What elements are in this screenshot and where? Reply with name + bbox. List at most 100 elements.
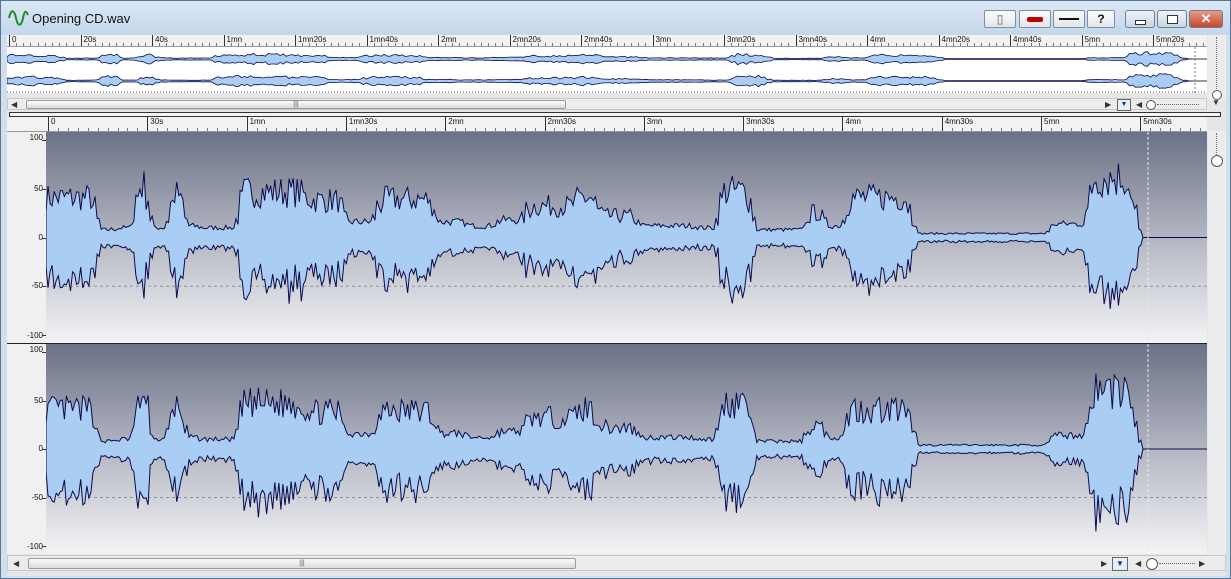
help-button[interactable]: ? — [1087, 10, 1115, 28]
line-button[interactable] — [1053, 10, 1085, 28]
zoom-out-arrow-icon[interactable]: ◀ — [1136, 100, 1142, 109]
ruler-minor-tick — [1050, 128, 1052, 131]
main-zoom-menu-icon[interactable]: ▼ — [1112, 557, 1128, 571]
scroll-left-arrow-icon[interactable]: ◀ — [11, 100, 17, 109]
ruler-minor-tick — [402, 43, 404, 46]
ruler-minor-tick — [137, 128, 139, 131]
ruler-tick-label: 1mn — [249, 117, 266, 126]
ruler-tick-label: 2mn — [441, 35, 457, 44]
main-scroll-left-arrow-icon[interactable]: ◀ — [13, 559, 19, 568]
main-horizontal-zoom-knob[interactable] — [1146, 558, 1158, 570]
ruler-minor-tick — [206, 128, 208, 131]
ruler-minor-tick — [1138, 43, 1140, 46]
ruler-major-tick — [147, 117, 149, 131]
ruler-minor-tick — [881, 43, 883, 46]
ruler-minor-tick — [895, 43, 897, 46]
ruler-minor-tick — [302, 43, 304, 46]
ruler-minor-tick — [772, 128, 774, 131]
ruler-minor-tick — [595, 43, 597, 46]
main-zoom-out-arrow-icon[interactable]: ◀ — [1135, 559, 1141, 568]
ruler-major-tick — [938, 35, 940, 46]
ruler-minor-tick — [67, 128, 69, 131]
ruler-major-tick — [652, 35, 654, 46]
overview-scroll-down-arrow-icon[interactable]: ▼ — [1212, 98, 1220, 107]
ruler-minor-tick — [1017, 43, 1019, 46]
scroll-right-arrow-icon[interactable]: ▶ — [1105, 100, 1111, 109]
ruler-minor-tick — [157, 128, 159, 131]
overview-vertical-zoom[interactable] — [1208, 35, 1226, 101]
main-scroll-right-arrow-icon[interactable]: ▶ — [1101, 559, 1107, 568]
maximize-button[interactable] — [1157, 10, 1187, 28]
bracket-icon: ▯ — [996, 12, 1004, 26]
ruler-minor-tick — [616, 43, 618, 46]
close-button[interactable]: ✕ — [1189, 10, 1223, 28]
main-scroll-thumb[interactable]: ||| — [28, 558, 576, 569]
ruler-minor-tick — [967, 43, 969, 46]
ruler-minor-tick — [266, 43, 268, 46]
ruler-minor-tick — [345, 43, 347, 46]
ruler-minor-tick — [423, 43, 425, 46]
ruler-minor-tick — [87, 128, 89, 131]
ruler-minor-tick — [415, 128, 417, 131]
ruler-minor-tick — [534, 128, 536, 131]
ruler-minor-tick — [502, 43, 504, 46]
ruler-minor-tick — [566, 43, 568, 46]
minimize-button[interactable] — [1125, 10, 1155, 28]
ruler-minor-tick — [917, 43, 919, 46]
overview-zoom-track — [1216, 37, 1218, 89]
ruler-minor-tick — [51, 43, 53, 46]
title-bar[interactable]: Opening CD.wav ▯ ? ✕ — [1, 1, 1230, 35]
ruler-minor-tick — [316, 128, 318, 131]
ruler-minor-tick — [495, 43, 497, 46]
ruler-minor-tick — [173, 43, 175, 46]
ruler-minor-tick — [1088, 43, 1090, 46]
zoom-menu-icon[interactable]: ▼ — [1117, 99, 1131, 111]
record-button[interactable] — [1019, 10, 1051, 28]
ruler-major-tick — [724, 35, 725, 46]
ruler-minor-tick — [609, 43, 611, 46]
ruler-minor-tick — [788, 43, 790, 46]
vertical-zoom-knob[interactable] — [1211, 155, 1223, 167]
ruler-minor-tick — [480, 43, 482, 46]
main-vertical-zoom[interactable] — [1208, 131, 1226, 555]
right-channel-waveform[interactable] — [45, 344, 1207, 554]
main-time-ruler[interactable]: 0 30s 1mn 1mn30s 2mn 2mn30s 3mn 3mn30s 4mn 4mn30s… — [7, 117, 1207, 132]
ruler-minor-tick — [688, 43, 690, 46]
ruler-minor-tick — [633, 128, 635, 131]
ruler-minor-tick — [766, 43, 768, 46]
minimize-icon — [1134, 19, 1146, 25]
ruler-minor-tick — [816, 43, 818, 46]
overview-scroll-thumb[interactable]: ||| — [26, 100, 566, 109]
overview-waveform[interactable] — [6, 47, 1207, 93]
left-channel-waveform[interactable] — [45, 132, 1207, 343]
main-horizontal-scrollbar[interactable]: ◀ ||| ▶ ▼ ◀ ▶ — [7, 555, 1226, 571]
ruler-minor-tick — [1131, 43, 1133, 46]
ruler-minor-tick — [559, 43, 561, 46]
ruler-major-tick — [509, 35, 511, 46]
ruler-major-tick — [345, 117, 347, 131]
ruler-minor-tick — [1130, 128, 1132, 131]
ruler-major-tick — [795, 35, 797, 46]
ruler-minor-tick — [465, 128, 467, 131]
ruler-minor-tick — [981, 43, 983, 46]
main-horizontal-zoom-track — [1159, 563, 1195, 564]
ruler-minor-tick — [455, 128, 457, 131]
ruler-minor-tick — [709, 43, 711, 46]
ruler-minor-tick — [1001, 128, 1003, 131]
ruler-minor-tick — [604, 128, 606, 131]
main-zoom-in-arrow-icon[interactable]: ▶ — [1199, 559, 1205, 568]
ruler-minor-tick — [1045, 43, 1047, 46]
play-region-button[interactable]: ▯ — [984, 10, 1016, 28]
overview-time-ruler[interactable]: 0 20s 40s 1mn 1mn20s 1mn40s 2mn 2mn20s 2mn40s 3mn… — [7, 35, 1207, 47]
ruler-minor-tick — [781, 43, 783, 46]
ruler-minor-tick — [330, 43, 332, 46]
ruler-minor-tick — [1074, 43, 1076, 46]
ruler-minor-tick — [23, 43, 25, 46]
overview-horizontal-scrollbar[interactable]: ◀ ||| ▶ ▼ ◀ — [7, 98, 1207, 111]
ruler-major-tick — [1153, 35, 1154, 46]
horizontal-zoom-knob[interactable] — [1146, 100, 1156, 110]
ruler-minor-tick — [731, 43, 733, 46]
ruler-minor-tick — [931, 128, 933, 131]
left-channel-amplitude-axis: 100 50 0 -50 -100 — [7, 132, 46, 343]
ruler-minor-tick — [673, 43, 675, 46]
